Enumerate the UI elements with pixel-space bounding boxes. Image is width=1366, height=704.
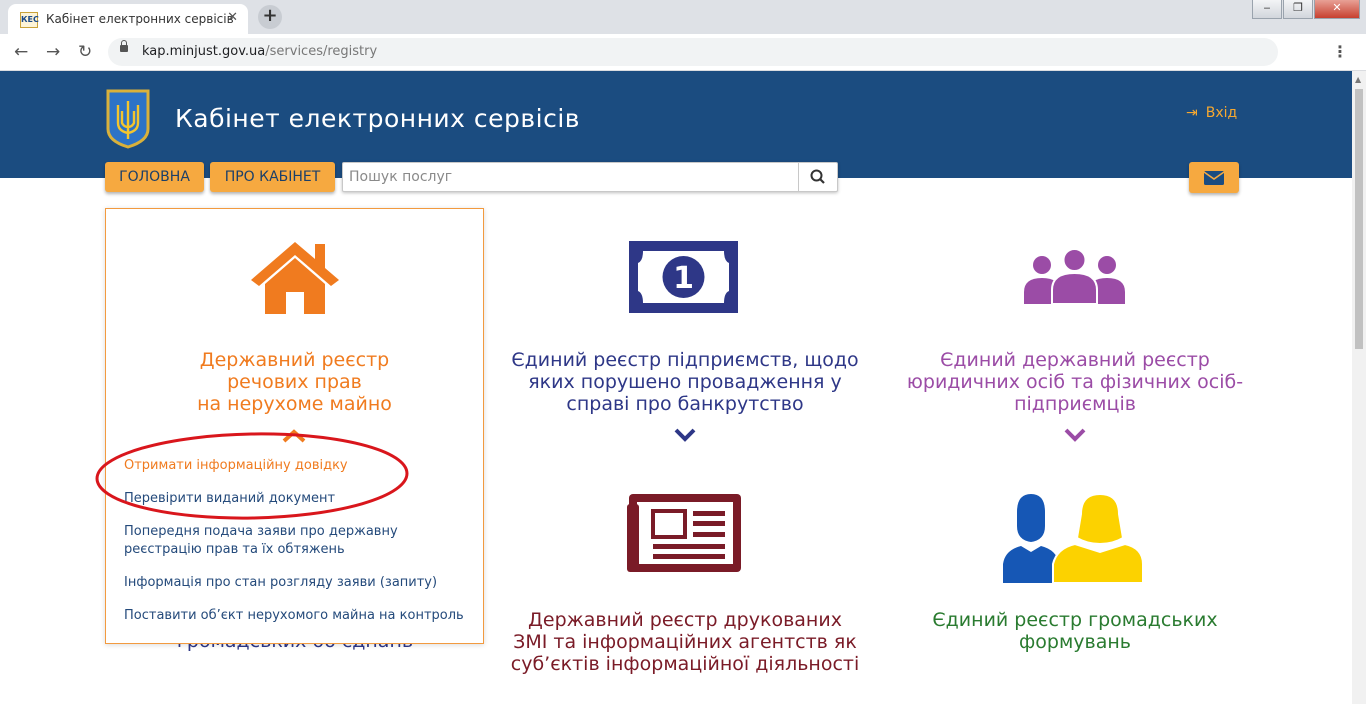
chevron-down-icon[interactable] <box>674 428 696 442</box>
chevron-down-icon[interactable] <box>1064 428 1086 442</box>
coat-of-arms-icon[interactable] <box>106 89 150 149</box>
tab-title: Кабінет електронних сервісів <box>46 12 234 26</box>
new-tab-button[interactable]: + <box>258 5 282 29</box>
service-media-title[interactable]: Державний реєстр друкованих ЗМІ та інфор… <box>485 609 885 675</box>
two-persons-icon[interactable] <box>1003 492 1143 583</box>
lock-icon <box>120 40 128 52</box>
forward-icon[interactable]: → <box>46 42 60 62</box>
site-title[interactable]: Кабінет електронних сервісів <box>175 104 580 133</box>
nav-about-button[interactable]: ПРО КАБІНЕТ <box>210 162 335 192</box>
browser-tab[interactable]: КЕС Кабінет електронних сервісів ✕ <box>8 4 248 34</box>
browser-tab-strip: КЕС Кабінет електронних сервісів ✕ + ‒ ❐… <box>0 0 1366 34</box>
nav-home-button[interactable]: ГОЛОВНА <box>105 162 204 192</box>
house-icon[interactable] <box>249 240 341 314</box>
address-bar[interactable]: kap.minjust.gov.ua/services/registry <box>108 38 1278 66</box>
service-real-estate-title[interactable]: Державний реєстр речових прав на нерухом… <box>106 349 483 415</box>
tab-close-icon[interactable]: ✕ <box>227 10 238 25</box>
browser-toolbar: ← → ↻ kap.minjust.gov.ua/services/regist… <box>0 34 1366 71</box>
service-bankruptcy-title[interactable]: Єдиний реєстр підприємств, щодо яких пор… <box>485 349 885 415</box>
reload-icon[interactable]: ↻ <box>78 42 92 62</box>
window-controls: ‒ ❐ ✕ <box>1251 0 1360 19</box>
banknote-icon[interactable]: 1 <box>629 241 738 313</box>
link-put-property-on-control[interactable]: Поставити об’єкт нерухомого майна на кон… <box>124 607 464 625</box>
favicon-icon: КЕС <box>20 12 39 28</box>
search-icon <box>810 169 825 184</box>
newspaper-icon[interactable] <box>627 494 741 572</box>
search-button[interactable] <box>798 163 837 191</box>
envelope-icon <box>1203 171 1225 185</box>
service-public-formations-title[interactable]: Єдиний реєстр громадських формувань <box>880 609 1270 653</box>
url-path: /services/registry <box>265 44 378 59</box>
scroll-up-icon[interactable]: ▲ <box>1355 75 1361 84</box>
page-scrollbar[interactable]: ▲ <box>1352 71 1366 704</box>
url-text: kap.minjust.gov.ua/services/registry <box>142 44 377 59</box>
search-input[interactable] <box>343 163 805 191</box>
svg-text:1: 1 <box>673 261 694 296</box>
service-legal-entities-title[interactable]: Єдиний державний реєстр юридичних осіб т… <box>880 349 1270 415</box>
login-label: Вхід <box>1205 105 1238 121</box>
mail-button[interactable] <box>1189 162 1239 193</box>
link-application-status[interactable]: Інформація про стан розгляду заяви (запи… <box>124 574 437 592</box>
close-window-button[interactable]: ✕ <box>1314 0 1360 19</box>
search-box <box>342 162 838 192</box>
maximize-button[interactable]: ❐ <box>1283 0 1313 19</box>
browser-menu-icon[interactable]: ⋮ <box>1332 42 1348 61</box>
scroll-thumb[interactable] <box>1355 89 1363 349</box>
annotation-ellipse <box>95 432 409 520</box>
sign-in-icon: ⇥ <box>1186 105 1198 121</box>
url-host: kap.minjust.gov.ua <box>142 44 266 59</box>
login-link[interactable]: ⇥ Вхід <box>1186 105 1237 121</box>
minimize-button[interactable]: ‒ <box>1252 0 1282 19</box>
back-icon[interactable]: ← <box>14 42 28 62</box>
link-preliminary-application[interactable]: Попередня подача заяви про державну реєс… <box>124 523 398 559</box>
people-group-icon[interactable] <box>1024 248 1125 304</box>
